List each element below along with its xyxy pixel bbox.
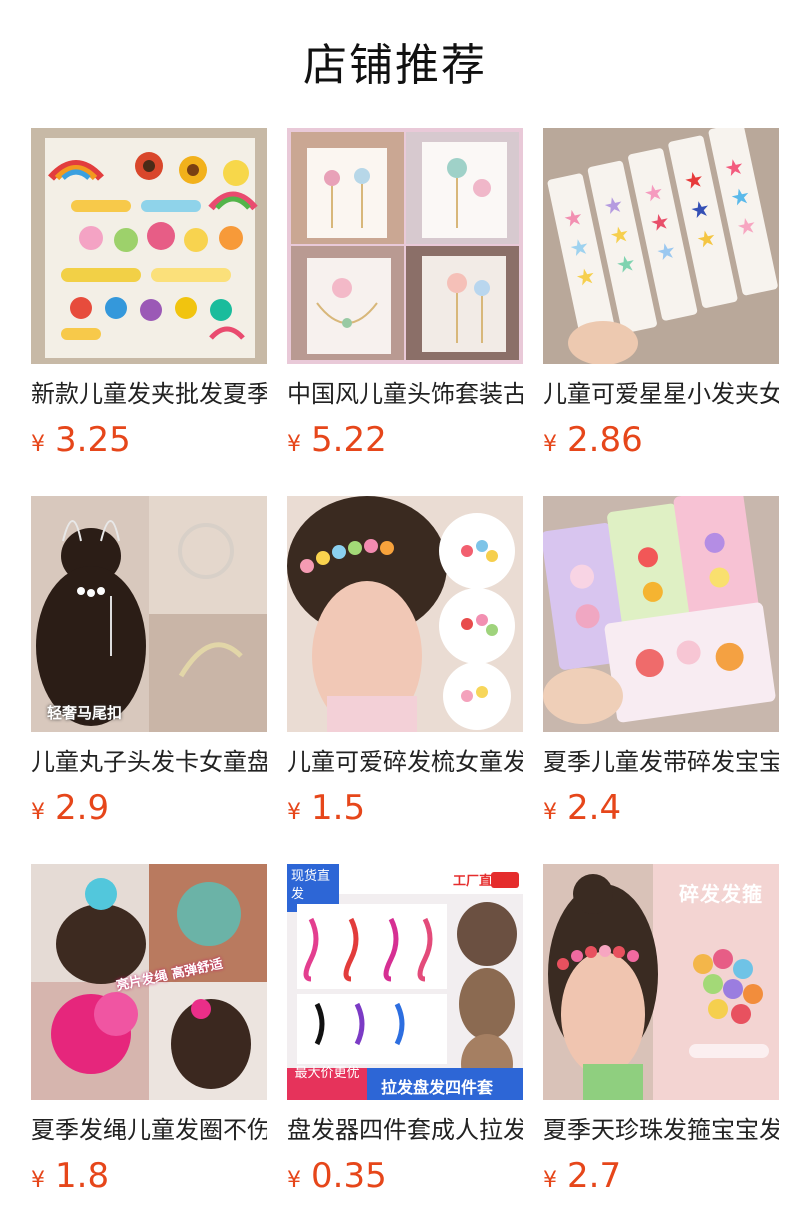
- product-card[interactable]: 碎发发箍 夏季天珍珠发箍宝宝发 ¥2.7: [543, 864, 779, 1232]
- product-price: 0.35: [311, 1156, 387, 1196]
- headband-image[interactable]: 碎发发箍: [543, 864, 779, 1100]
- hair-clips-rainbow-set-image[interactable]: [31, 128, 267, 364]
- currency-symbol: ¥: [287, 432, 301, 457]
- product-card[interactable]: 中国风儿童头饰套装古风 ¥5.22: [287, 128, 523, 496]
- product-grid: 新款儿童发夹批发夏季 ¥3.25 中国风儿童头饰套装古 ¥ 5.22 ★ ★ ★…: [31, 128, 779, 1232]
- product-card[interactable]: 亮片发绳 高弹舒适 夏季发绳儿童发圈不伤 ¥1.8: [31, 864, 267, 1232]
- price-row: ¥2.9: [31, 786, 267, 830]
- product-image-badge: 轻奢马尾扣: [47, 704, 123, 722]
- hair-comb-image[interactable]: [287, 496, 523, 732]
- price-row: ¥1.8: [31, 1154, 267, 1198]
- product-image-badge: 碎发发箍: [679, 882, 763, 906]
- product-card[interactable]: 夏季儿童发带碎发宝宝 ¥2.4: [543, 496, 779, 864]
- currency-symbol: ¥: [31, 800, 45, 825]
- product-title[interactable]: 儿童丸子头发卡女童盘: [31, 746, 267, 778]
- currency-symbol: ¥: [31, 432, 45, 457]
- product-title[interactable]: 新款儿童发夹批发夏季: [31, 378, 267, 410]
- sequin-hair-tie-image[interactable]: 亮片发绳 高弹舒适: [31, 864, 267, 1100]
- price-row: ¥1.5: [287, 786, 523, 830]
- currency-symbol: ¥: [543, 432, 557, 457]
- product-image-badge-4: 拉发盘发四件套: [381, 1078, 494, 1097]
- currency-symbol: ¥: [287, 1168, 301, 1193]
- currency-symbol: ¥: [543, 800, 557, 825]
- product-price: 1.8: [55, 1156, 110, 1196]
- product-title[interactable]: 儿童可爱碎发梳女童发: [287, 746, 523, 778]
- product-price: 2.86: [567, 420, 643, 460]
- product-title[interactable]: 盘发器四件套成人拉发: [287, 1114, 523, 1146]
- product-title[interactable]: 中国风儿童头饰套装古风: [287, 378, 523, 410]
- page-title: 店铺推荐: [303, 40, 487, 91]
- price-row: ¥0.35: [287, 1154, 523, 1198]
- product-price: 2.4: [567, 788, 622, 828]
- currency-symbol: ¥: [543, 1168, 557, 1193]
- product-card[interactable]: 新款儿童发夹批发夏季 ¥3.25: [31, 128, 267, 496]
- price-row: ¥2.86: [543, 418, 779, 462]
- product-image-badge-2: 工厂直营: [453, 874, 506, 889]
- product-price: 3.25: [55, 420, 131, 460]
- price-row: ¥3.25: [31, 418, 267, 462]
- product-price: 2.7: [567, 1156, 622, 1196]
- product-image-badge: 现货直发: [291, 869, 331, 902]
- product-image-badge-3: 最大价更优: [294, 1066, 360, 1081]
- product-price: 2.9: [55, 788, 110, 828]
- hair-styling-tool-set-image[interactable]: 现货直发 工厂直营 最大价更优 拉发盘发四件套: [287, 864, 523, 1100]
- product-card[interactable]: 现货直发 工厂直营 最大价更优 拉发盘发四件套 盘发器四件套成人拉发 ¥0.35: [287, 864, 523, 1232]
- product-title[interactable]: 夏季儿童发带碎发宝宝: [543, 746, 779, 778]
- product-card[interactable]: ★ ★ ★ ★ ★ ★ ★ ★ ★ ★ ★ ★ ★ ★ ★ 儿童可爱星星小发夹女…: [543, 128, 779, 496]
- price-row: ¥2.7: [543, 1154, 779, 1198]
- star-hair-clips-image[interactable]: ★ ★ ★ ★ ★ ★ ★ ★ ★ ★ ★ ★ ★ ★ ★: [543, 128, 779, 364]
- product-title[interactable]: 夏季天珍珠发箍宝宝发: [543, 1114, 779, 1146]
- product-card[interactable]: 儿童可爱碎发梳女童发 ¥1.5: [287, 496, 523, 864]
- hair-clip-cards-image[interactable]: [543, 496, 779, 732]
- price-row: ¥2.4: [543, 786, 779, 830]
- chinese-style-hair-accessories-image[interactable]: [287, 128, 523, 364]
- product-price: 1.5: [311, 788, 366, 828]
- price-row: ¥5.22: [287, 418, 523, 462]
- product-card[interactable]: 轻奢马尾扣 儿童丸子头发卡女童盘 ¥2.9: [31, 496, 267, 864]
- product-price: 5.22: [311, 420, 387, 460]
- currency-symbol: ¥: [287, 800, 301, 825]
- bun-hairpin-image[interactable]: 轻奢马尾扣: [31, 496, 267, 732]
- currency-symbol: ¥: [31, 1168, 45, 1193]
- product-title[interactable]: 夏季发绳儿童发圈不伤: [31, 1114, 267, 1146]
- product-title[interactable]: 儿童可爱星星小发夹女: [543, 378, 779, 410]
